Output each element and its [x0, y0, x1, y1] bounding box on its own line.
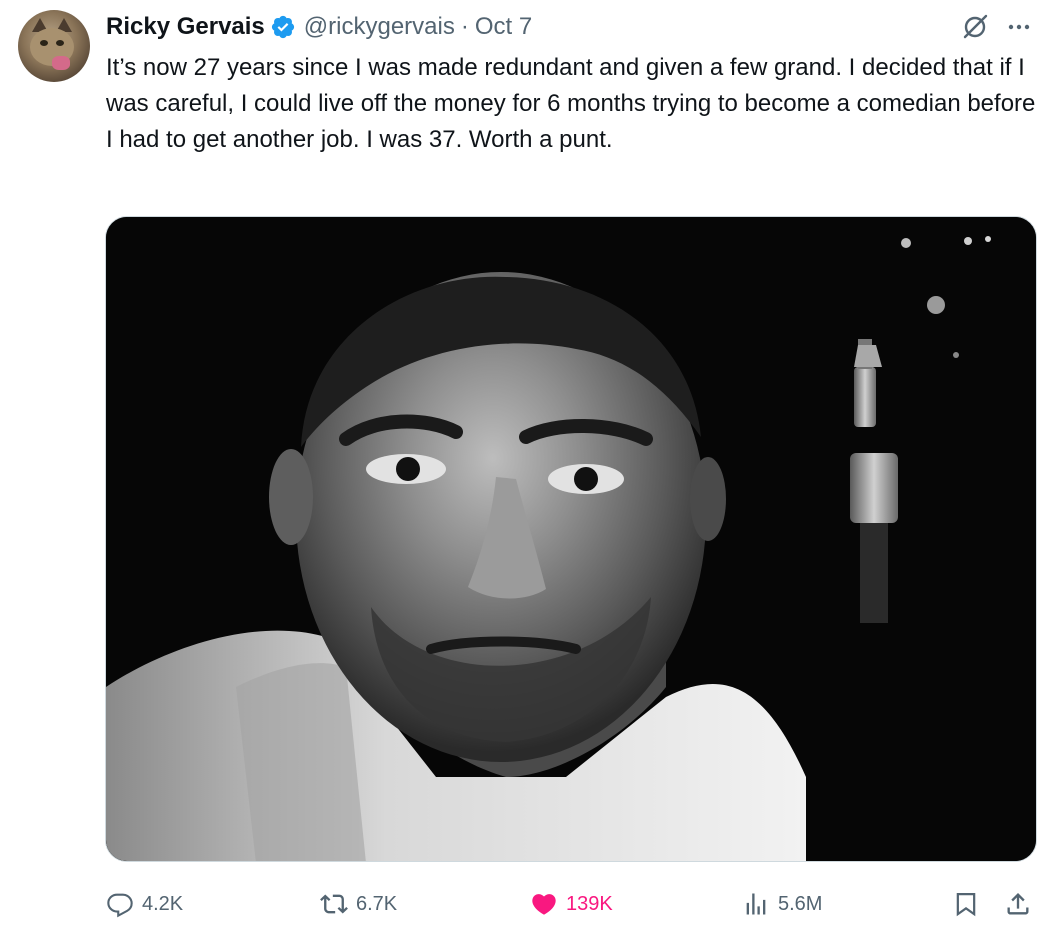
tweet: Ricky Gervais @rickygervais · Oct 7 It’s…	[0, 0, 1056, 938]
avatar-cat-eye	[56, 40, 64, 46]
heart-icon	[532, 894, 556, 915]
author-display-name[interactable]: Ricky Gervais	[106, 11, 265, 43]
reply-icon	[107, 893, 133, 918]
retweet-button[interactable]: 6.7K	[320, 884, 397, 924]
tweet-actions: 4.2K 6.7K 139K 5.6M	[106, 884, 1036, 924]
more-icon[interactable]	[1004, 12, 1034, 42]
tweet-top-actions	[960, 12, 1034, 42]
tweet-photo[interactable]	[105, 216, 1037, 862]
share-button[interactable]	[1004, 884, 1032, 924]
like-button[interactable]: 139K	[530, 884, 613, 924]
like-count: 139K	[566, 892, 613, 915]
tweet-date[interactable]: Oct 7	[475, 11, 532, 43]
views-button[interactable]: 5.6M	[742, 884, 822, 924]
share-icon	[1007, 893, 1029, 915]
retweet-count: 6.7K	[356, 892, 398, 915]
verified-badge-icon	[271, 15, 294, 39]
grok-icon[interactable]	[960, 12, 990, 42]
avatar[interactable]	[18, 10, 90, 82]
separator-dot: ·	[460, 13, 469, 40]
bookmark-icon	[956, 892, 976, 917]
avatar-cat-eye	[40, 40, 48, 46]
views-icon	[746, 893, 766, 915]
avatar-cat-toy	[52, 56, 70, 70]
tweet-header: Ricky Gervais @rickygervais · Oct 7	[106, 11, 532, 43]
photo-portrait-man	[106, 217, 1036, 861]
retweet-icon	[320, 894, 348, 914]
reply-count: 4.2K	[142, 892, 184, 915]
tweet-text: It’s now 27 years since I was made redun…	[106, 54, 1036, 153]
bookmark-button[interactable]	[952, 884, 980, 924]
views-count: 5.6M	[778, 892, 823, 915]
reply-button[interactable]: 4.2K	[106, 884, 183, 924]
author-handle[interactable]: @rickygervais	[304, 11, 455, 43]
